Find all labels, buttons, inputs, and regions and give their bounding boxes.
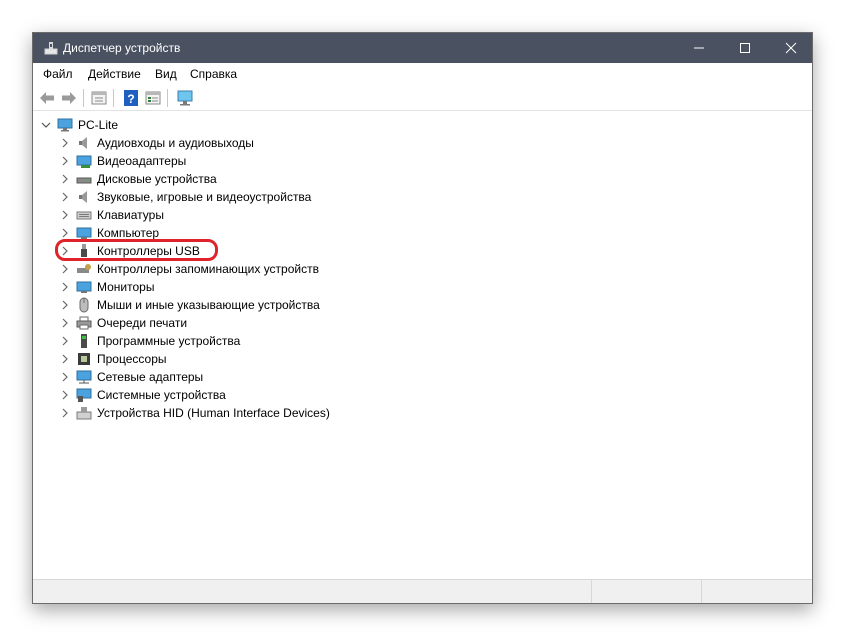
monitor-icon: [76, 279, 92, 295]
hid-icon: [76, 405, 92, 421]
back-arrow-icon[interactable]: [37, 88, 57, 108]
menu-file[interactable]: Файл: [43, 67, 73, 81]
keyboard-icon: [76, 207, 92, 223]
chevron-right-icon[interactable]: [59, 371, 71, 383]
tree-item-label: Системные устройства: [97, 388, 226, 402]
menu-action[interactable]: Действие: [88, 67, 141, 81]
toolbar-separator: [83, 89, 84, 107]
chevron-right-icon[interactable]: [59, 227, 71, 239]
tree-item[interactable]: Очереди печати: [34, 314, 811, 332]
tree-item-label: Контроллеры запоминающих устройств: [97, 262, 319, 276]
toolbar-separator: [167, 89, 168, 107]
window-title: Диспетчер устройств: [63, 41, 181, 55]
tree-item-usb-controllers[interactable]: Контроллеры USB: [34, 242, 811, 260]
help-icon[interactable]: ?: [121, 88, 141, 108]
tree-item[interactable]: Клавиатуры: [34, 206, 811, 224]
device-manager-window: Диспетчер устройств Файл Действие Вид Сп…: [32, 32, 813, 604]
tree-item[interactable]: Контроллеры запоминающих устройств: [34, 260, 811, 278]
menu-view[interactable]: Вид: [155, 67, 177, 81]
network-adapter-icon: [76, 369, 92, 385]
sound-icon: [76, 189, 92, 205]
menu-help[interactable]: Справка: [190, 67, 237, 81]
status-divider: [701, 580, 702, 603]
status-divider: [591, 580, 592, 603]
usb-icon: [76, 243, 92, 259]
tree-item-label: Видеоадаптеры: [97, 154, 187, 168]
tree-item-label: Программные устройства: [97, 334, 241, 348]
forward-arrow-icon[interactable]: [59, 88, 79, 108]
tree-item-label: Дисковые устройства: [97, 172, 217, 186]
chevron-right-icon[interactable]: [59, 281, 71, 293]
chevron-right-icon[interactable]: [59, 407, 71, 419]
chevron-right-icon[interactable]: [59, 299, 71, 311]
display-adapter-icon: [76, 153, 92, 169]
tree-item-label: Мыши и иные указывающие устройства: [97, 298, 320, 312]
status-bar: [33, 579, 812, 603]
storage-controller-icon: [76, 261, 92, 277]
computer-icon: [57, 117, 73, 133]
close-button[interactable]: [768, 33, 814, 63]
tree-item-label: Мониторы: [97, 280, 155, 294]
chevron-right-icon[interactable]: [59, 173, 71, 185]
tree-item[interactable]: Аудиовходы и аудиовыходы: [34, 134, 811, 152]
maximize-button[interactable]: [722, 33, 768, 63]
system-device-icon: [76, 387, 92, 403]
tree-item-label: Устройства HID (Human Interface Devices): [97, 406, 330, 420]
device-manager-icon: [43, 40, 59, 56]
tree-item[interactable]: Мониторы: [34, 278, 811, 296]
tree-item[interactable]: Устройства HID (Human Interface Devices): [34, 404, 811, 422]
chevron-right-icon[interactable]: [59, 353, 71, 365]
tree-item-label: Сетевые адаптеры: [97, 370, 204, 384]
tree-item[interactable]: Процессоры: [34, 350, 811, 368]
toolbar-separator: [113, 89, 114, 107]
speaker-icon: [76, 135, 92, 151]
computer-icon: [76, 225, 92, 241]
tree-item[interactable]: Дисковые устройства: [34, 170, 811, 188]
chevron-down-icon[interactable]: [40, 119, 52, 131]
chevron-right-icon[interactable]: [59, 209, 71, 221]
tree-item[interactable]: Видеоадаптеры: [34, 152, 811, 170]
chevron-right-icon[interactable]: [59, 245, 71, 257]
chevron-right-icon[interactable]: [59, 389, 71, 401]
chevron-right-icon[interactable]: [59, 335, 71, 347]
tree-item[interactable]: Программные устройства: [34, 332, 811, 350]
minimize-button[interactable]: [676, 33, 722, 63]
tree-item-label: Звуковые, игровые и видеоустройства: [97, 190, 312, 204]
tree-item[interactable]: Мыши и иные указывающие устройства: [34, 296, 811, 314]
title-bar[interactable]: Диспетчер устройств: [33, 33, 812, 63]
tree-item-label: Компьютер: [97, 226, 160, 240]
menu-bar: Файл Действие Вид Справка: [33, 63, 812, 85]
tree-item[interactable]: Сетевые адаптеры: [34, 368, 811, 386]
tree-item-label: Контроллеры USB: [97, 244, 200, 258]
mouse-icon: [76, 297, 92, 313]
details-view-icon[interactable]: [143, 88, 163, 108]
printer-icon: [76, 315, 92, 331]
tree-root-label: PC-Lite: [78, 118, 119, 132]
tree-item-label: Аудиовходы и аудиовыходы: [97, 136, 254, 150]
tree-item[interactable]: Звуковые, игровые и видеоустройства: [34, 188, 811, 206]
monitor-scan-icon[interactable]: [175, 88, 195, 108]
chevron-right-icon[interactable]: [59, 137, 71, 149]
tree-item-label: Очереди печати: [97, 316, 188, 330]
chevron-right-icon[interactable]: [59, 317, 71, 329]
chevron-right-icon[interactable]: [59, 155, 71, 167]
tree-item-label: Клавиатуры: [97, 208, 164, 222]
processor-icon: [76, 351, 92, 367]
toolbar: ?: [33, 85, 812, 111]
svg-text:?: ?: [127, 92, 134, 106]
tree-item[interactable]: Компьютер: [34, 224, 811, 242]
chevron-right-icon[interactable]: [59, 263, 71, 275]
tree-root[interactable]: PC-Lite: [34, 116, 811, 134]
properties-icon[interactable]: [89, 88, 109, 108]
chevron-right-icon[interactable]: [59, 191, 71, 203]
tree-item[interactable]: Системные устройства: [34, 386, 811, 404]
disk-drive-icon: [76, 171, 92, 187]
device-tree[interactable]: PC-Lite Аудиовходы и аудиовыходы Видеоад…: [34, 112, 811, 578]
software-device-icon: [76, 333, 92, 349]
tree-item-label: Процессоры: [97, 352, 167, 366]
